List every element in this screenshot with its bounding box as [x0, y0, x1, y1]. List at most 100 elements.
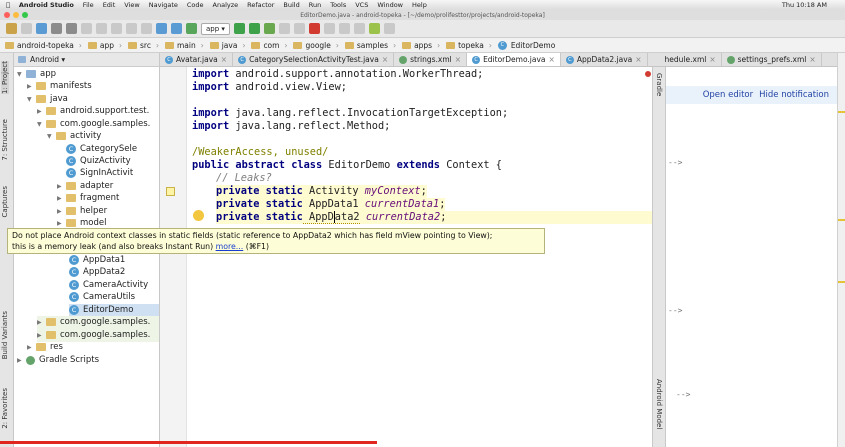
breadcrumb-item[interactable]: com › — [251, 41, 287, 50]
tab-category-selection-test[interactable]: C CategorySelectionActivityTest.java × — [233, 53, 395, 66]
secondary-editor[interactable]: --> --> --> — [666, 67, 837, 447]
profile-icon[interactable] — [278, 23, 290, 34]
chevron-right-icon[interactable]: ▶ — [37, 319, 46, 326]
menu-edit[interactable]: Edit — [103, 1, 116, 9]
open-folder-icon[interactable] — [6, 23, 17, 34]
tree-item-class-selected[interactable]: C EditorDemo — [69, 304, 159, 317]
breadcrumb-item[interactable]: android-topeka › — [5, 41, 82, 50]
menu-code[interactable]: Code — [187, 1, 204, 9]
tree-item-class[interactable]: C CameraActivity — [69, 279, 148, 292]
run-icon[interactable] — [233, 23, 245, 34]
menu-run[interactable]: Run — [309, 1, 321, 9]
tree-item-package[interactable]: ▶ com.google.samples. — [37, 316, 159, 329]
chevron-down-icon[interactable]: ▼ — [27, 96, 36, 103]
breadcrumb-item[interactable]: java › — [209, 41, 245, 50]
replace-icon[interactable] — [141, 23, 152, 34]
structure-tool-tab[interactable]: 7: Structure — [1, 119, 9, 161]
menu-navigate[interactable]: Navigate — [149, 1, 178, 9]
breadcrumb-item[interactable]: samples › — [344, 41, 396, 50]
tab-schedule-xml[interactable]: hedule.xml × — [660, 53, 722, 66]
tab-appdata2[interactable]: C AppData2.java × — [561, 53, 648, 66]
editor-gutter[interactable] — [160, 67, 187, 447]
hide-notification-link[interactable]: Hide notification — [759, 90, 829, 100]
copy-icon[interactable] — [96, 23, 107, 34]
make-project-icon[interactable] — [186, 23, 197, 34]
menu-analyze[interactable]: Analyze — [213, 1, 239, 9]
gradle-tool-tab[interactable]: Gradle — [655, 73, 663, 96]
tree-item-package[interactable]: ▶ com.google.samples. — [37, 329, 159, 342]
chevron-right-icon[interactable]: ▶ — [57, 208, 66, 215]
menu-file[interactable]: File — [83, 1, 94, 9]
menu-app[interactable]: Android Studio — [19, 1, 74, 9]
close-icon[interactable]: × — [709, 55, 715, 64]
help-icon[interactable] — [383, 23, 395, 34]
chevron-right-icon[interactable]: ▶ — [57, 220, 66, 227]
tree-item-adapter[interactable]: ▶ adapter — [57, 180, 113, 193]
favorites-tool-tab[interactable]: 2: Favorites — [1, 388, 9, 429]
tree-item-class[interactable]: C AppData1 — [69, 254, 125, 267]
apple-icon[interactable]:  — [6, 1, 10, 9]
android-icon[interactable] — [368, 23, 380, 34]
tree-item-manifests[interactable]: ▶ manifests — [27, 80, 92, 93]
menu-build[interactable]: Build — [283, 1, 299, 9]
forward-icon[interactable] — [171, 23, 182, 34]
sync-icon[interactable] — [36, 23, 47, 34]
build-variants-tool-tab[interactable]: Build Variants — [1, 311, 9, 359]
tree-item-helper[interactable]: ▶ helper — [57, 205, 107, 218]
device-monitor-icon[interactable] — [353, 23, 365, 34]
video-progress-bar[interactable] — [0, 441, 377, 444]
chevron-down-icon[interactable]: ▼ — [47, 133, 56, 140]
sdk-manager-icon[interactable] — [338, 23, 350, 34]
close-icon[interactable]: × — [635, 55, 641, 64]
breadcrumb-item[interactable]: apps › — [402, 41, 440, 50]
code-editor[interactable]: import android.support.annotation.Worker… — [187, 67, 652, 447]
avd-manager-icon[interactable] — [323, 23, 335, 34]
more-link[interactable]: more... — [216, 242, 244, 251]
menu-tools[interactable]: Tools — [330, 1, 346, 9]
cut-icon[interactable] — [81, 23, 92, 34]
save-all-icon[interactable] — [21, 23, 32, 34]
project-view-selector[interactable]: Android ▾ — [14, 53, 159, 67]
warning-icon[interactable] — [166, 187, 175, 196]
project-tool-tab[interactable]: 1: Project — [1, 61, 9, 94]
tree-item-app[interactable]: ▼ app — [17, 68, 56, 81]
menu-vcs[interactable]: VCS — [355, 1, 368, 9]
stop-icon[interactable] — [308, 23, 320, 34]
apply-changes-icon[interactable] — [248, 23, 260, 34]
error-stripe-marker[interactable] — [645, 71, 651, 77]
breadcrumb-item[interactable]: C EditorDemo — [497, 40, 555, 50]
chevron-right-icon[interactable]: ▶ — [27, 344, 36, 351]
close-icon[interactable]: × — [455, 55, 461, 64]
chevron-down-icon[interactable]: ▼ — [37, 121, 46, 128]
chevron-right-icon[interactable]: ▶ — [57, 183, 66, 190]
tree-item-java[interactable]: ▼ java — [27, 93, 68, 106]
minimize-window-icon[interactable] — [13, 12, 19, 18]
warning-stripe-marker[interactable] — [838, 219, 845, 221]
chevron-right-icon[interactable]: ▶ — [27, 83, 36, 90]
close-icon[interactable]: × — [382, 55, 388, 64]
breadcrumb-item[interactable]: app › — [87, 41, 122, 50]
close-window-icon[interactable] — [4, 12, 10, 18]
open-editor-link[interactable]: Open editor — [703, 90, 753, 100]
attach-debugger-icon[interactable] — [293, 23, 305, 34]
tree-item-activity[interactable]: ▼ activity — [47, 130, 101, 143]
chevron-right-icon[interactable]: ▶ — [37, 108, 46, 115]
menu-help[interactable]: Help — [412, 1, 427, 9]
close-icon[interactable]: × — [549, 55, 555, 64]
tab-settings-prefs[interactable]: settings_prefs.xml × — [722, 53, 822, 66]
undo-icon[interactable] — [51, 23, 62, 34]
breadcrumb-item[interactable]: google › — [293, 41, 339, 50]
chevron-right-icon[interactable]: ▶ — [17, 357, 26, 364]
tree-item-class[interactable]: C AppData2 — [69, 266, 125, 279]
paste-icon[interactable] — [111, 23, 122, 34]
menu-view[interactable]: View — [124, 1, 139, 9]
warning-stripe-marker[interactable] — [838, 281, 845, 283]
tab-editor-demo[interactable]: C EditorDemo.java × — [467, 53, 561, 66]
find-icon[interactable] — [126, 23, 137, 34]
breadcrumb-item[interactable]: main › — [164, 41, 204, 50]
captures-tool-tab[interactable]: Captures — [1, 186, 9, 217]
scroll-marker-strip[interactable] — [837, 53, 845, 447]
tree-item-package[interactable]: ▶ android.support.test. — [37, 105, 149, 118]
tree-item-class[interactable]: C CameraUtils — [69, 291, 135, 304]
menu-window[interactable]: Window — [377, 1, 403, 9]
